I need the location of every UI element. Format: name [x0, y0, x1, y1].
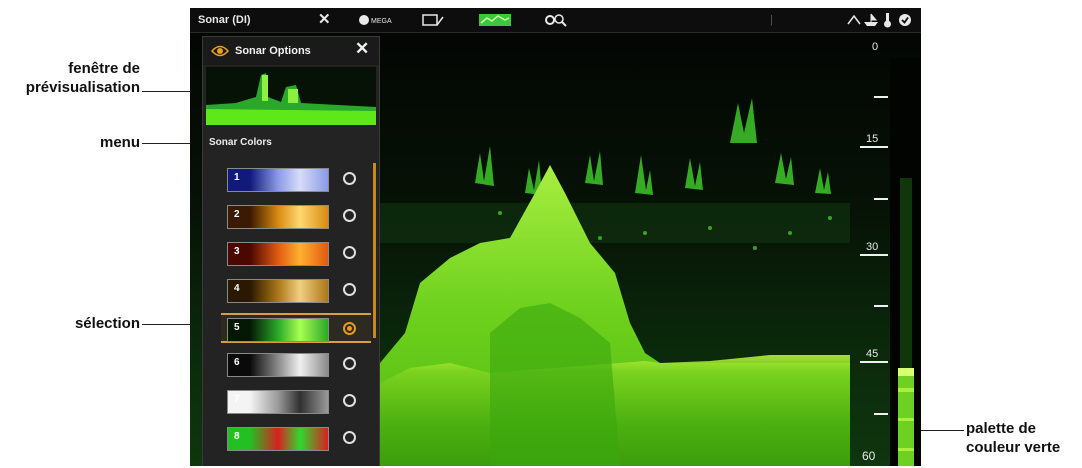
- palette-number: 8: [234, 431, 240, 442]
- palette-swatch[interactable]: 5: [227, 318, 329, 342]
- palette-radio[interactable]: [343, 172, 356, 185]
- palette-swatch[interactable]: 4: [227, 279, 329, 303]
- check-icon[interactable]: [897, 8, 913, 32]
- depth-label-0: 0: [872, 41, 879, 53]
- palette-number: 6: [234, 357, 240, 368]
- palette-number: 7: [234, 394, 240, 405]
- palette-swatch[interactable]: 1: [227, 168, 329, 192]
- palette-row-8[interactable]: 8: [221, 424, 371, 454]
- palette-number: 5: [234, 322, 240, 333]
- depth-tick: [860, 146, 888, 148]
- top-status-bar: Sonar (DI) ✕ MEGA |: [190, 8, 921, 33]
- close-icon[interactable]: ✕: [318, 8, 331, 32]
- palette-radio[interactable]: [343, 246, 356, 259]
- callout-green-palette: palette de couleur verte: [966, 420, 1061, 456]
- settings-search-icon[interactable]: [542, 8, 568, 32]
- palette-row-7[interactable]: 7: [221, 387, 371, 417]
- palette-radio[interactable]: [343, 394, 356, 407]
- split-view-icon[interactable]: [422, 8, 444, 32]
- palette-row-5[interactable]: 5: [221, 313, 371, 343]
- green-palette-bar: [890, 58, 921, 466]
- depth-label-15: 15: [866, 133, 879, 145]
- depth-tick: [860, 254, 888, 256]
- sonar-colors-heading: Sonar Colors: [209, 137, 272, 148]
- mega-icon[interactable]: MEGA: [358, 8, 392, 32]
- palette-radio[interactable]: [343, 357, 356, 370]
- palette-row-6[interactable]: 6: [221, 350, 371, 380]
- options-header: Sonar Options ✕: [203, 37, 379, 65]
- palette-number: 2: [234, 209, 240, 220]
- options-title: Sonar Options: [235, 45, 311, 57]
- preview-window: [206, 67, 376, 125]
- depth-tick: [860, 361, 888, 363]
- depth-label-30: 30: [866, 241, 879, 253]
- callout-menu: menu: [99, 134, 140, 151]
- palette-number: 3: [234, 246, 240, 257]
- palette-number: 1: [234, 172, 240, 183]
- eye-icon: [211, 45, 229, 57]
- depth-tick: [874, 305, 888, 307]
- palette-swatch[interactable]: 3: [227, 242, 329, 266]
- depth-tick: [874, 198, 888, 200]
- gps-icon[interactable]: [846, 8, 862, 32]
- palette-radio[interactable]: [343, 322, 356, 335]
- palette-row-2[interactable]: 2: [221, 202, 371, 232]
- depth-scale: 0 15 30 45 60: [850, 33, 890, 466]
- palette-swatch[interactable]: 2: [227, 205, 329, 229]
- depth-tick: [874, 413, 888, 415]
- palette-row-1[interactable]: 1: [221, 165, 371, 195]
- depth-label-45: 45: [866, 348, 879, 360]
- callout-selection: sélection: [74, 315, 140, 332]
- sonar-options-panel: Sonar Options ✕ Sonar Colors 1 2 3 4 5 6 7 8: [202, 36, 380, 466]
- palette-row-4[interactable]: 4: [221, 276, 371, 306]
- palette-radio[interactable]: [343, 431, 356, 444]
- mega-label: MEGA: [371, 18, 392, 25]
- palette-row-3[interactable]: 3: [221, 239, 371, 269]
- sonar-screen: Sonar (DI) ✕ MEGA | 0 15 30 45 60 Sonar …: [190, 8, 921, 466]
- palette-swatch[interactable]: 8: [227, 427, 329, 451]
- separator: |: [770, 14, 773, 26]
- thermocline: [380, 203, 850, 243]
- sonar-view-icon[interactable]: [478, 8, 512, 32]
- close-icon[interactable]: ✕: [355, 39, 369, 59]
- callout-preview-window: fenêtre de prévisualisation: [25, 60, 140, 96]
- palette-swatch[interactable]: 7: [227, 390, 329, 414]
- temperature-icon[interactable]: [881, 8, 893, 32]
- boat-icon[interactable]: [863, 8, 879, 32]
- palette-number: 4: [234, 283, 240, 294]
- view-title[interactable]: Sonar (DI): [198, 8, 251, 32]
- palette-swatch[interactable]: 6: [227, 353, 329, 377]
- palette-radio[interactable]: [343, 209, 356, 222]
- palette-radio[interactable]: [343, 283, 356, 296]
- depth-label-60: 60: [862, 449, 876, 463]
- depth-tick: [874, 96, 888, 98]
- scrollbar[interactable]: [373, 163, 376, 338]
